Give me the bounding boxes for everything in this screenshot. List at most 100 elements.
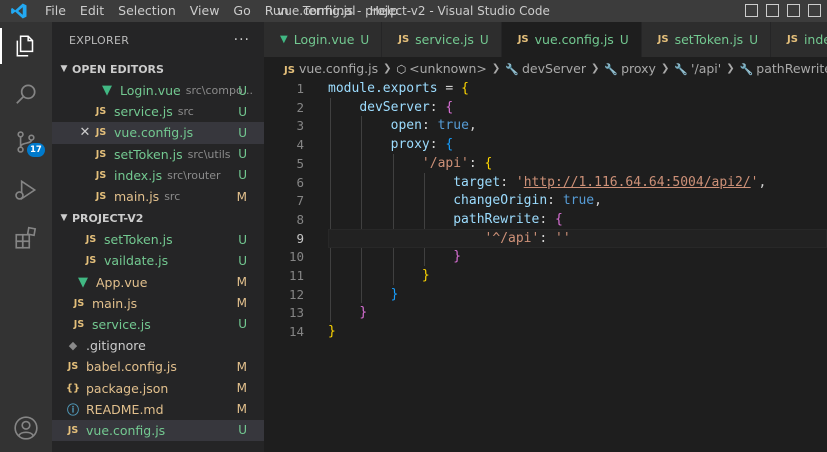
code-text: } (453, 249, 462, 265)
code-line[interactable]: 6 target: 'http://1.116.64.64:5004/api2/… (264, 173, 827, 192)
code-line[interactable]: 8 pathRewrite: { (264, 210, 827, 229)
tab-inde[interactable]: JS inde (771, 22, 827, 57)
code-line[interactable]: 12 } (264, 285, 827, 304)
git-file-icon: ◆ (68, 339, 78, 353)
search-icon[interactable] (0, 70, 52, 118)
vue-file-icon: ▼ (280, 34, 288, 45)
tab-login-vue[interactable]: ▼ Login.vue U (264, 22, 383, 57)
line-number: 1 (296, 81, 304, 96)
file-tree-item[interactable]: JS service.js U (52, 314, 264, 335)
file-name: main.js (92, 295, 138, 311)
file-name: service.js (92, 316, 151, 332)
code-text: '/api': { (421, 155, 493, 171)
toggle-secondary-sidebar-icon[interactable] (787, 4, 800, 17)
code-line[interactable]: 10 } (264, 247, 827, 266)
menu-item-file[interactable]: File (38, 0, 73, 22)
extensions-icon[interactable] (0, 214, 52, 262)
code-text: devServer: { (359, 99, 454, 115)
customize-layout-icon[interactable] (808, 4, 821, 17)
json-file-icon: {} (65, 382, 81, 394)
breadcrumb-item[interactable]: 🔧 pathRewrite (740, 61, 827, 76)
code-editor[interactable]: 1 module.exports = {2 devServer: {3 open:… (264, 79, 827, 452)
line-number: 3 (296, 118, 304, 134)
symbol-property-icon: 🔧 (604, 62, 619, 76)
code-line[interactable]: 5 '/api': { (264, 154, 827, 173)
tab-label: inde (803, 32, 827, 47)
git-status-badge: U (238, 253, 247, 268)
open-editor-item[interactable]: JS index.js src\router U (52, 165, 264, 186)
code-line[interactable]: 4 proxy: { (264, 135, 827, 154)
git-status-badge: M (236, 296, 247, 311)
file-tree-item[interactable]: JS vue.config.js U (52, 419, 264, 441)
more-actions-icon[interactable]: ··· (234, 32, 250, 48)
tab-settoken-js[interactable]: JS setToken.js U (641, 22, 771, 57)
code-line[interactable]: 2 devServer: { (264, 98, 827, 117)
code-line[interactable]: 9 '^/api': '' (264, 228, 827, 248)
file-tree-item[interactable]: {} package.json M (52, 377, 264, 398)
breadcrumb-item[interactable]: 🔧 '/api' (674, 61, 721, 76)
close-icon[interactable]: ✕ (79, 125, 91, 140)
source-control-icon[interactable]: 17 (0, 118, 52, 166)
open-editor-item[interactable]: ▼ Login.vue src\compo... U (52, 80, 264, 101)
tab-vue-config-js[interactable]: JS vue.config.js U (501, 22, 642, 57)
line-number: 14 (288, 324, 304, 340)
file-tree-item[interactable]: JS vaildate.js U (52, 250, 264, 271)
code-text: pathRewrite: { (453, 211, 563, 227)
menu-item-edit[interactable]: Edit (73, 0, 111, 22)
js-file-icon: JS (787, 34, 798, 45)
open-editor-item[interactable]: JS service.js src U (52, 101, 264, 122)
menu-item-help[interactable]: Help (363, 0, 406, 22)
explorer-icon[interactable] (0, 22, 52, 70)
code-line[interactable]: 11 } (264, 266, 827, 285)
file-tree-item[interactable]: ◆ .gitignore (52, 335, 264, 356)
code-line[interactable]: 1 module.exports = { (264, 79, 827, 98)
menu-item-terminal[interactable]: Terminal (296, 0, 363, 22)
file-tree-item[interactable]: JS setToken.js U (52, 229, 264, 250)
menu-item-go[interactable]: Go (226, 0, 257, 22)
git-status-badge: M (236, 359, 247, 374)
code-text: proxy: { (390, 137, 454, 153)
open-editor-item[interactable]: JS main.js src M (52, 186, 264, 207)
js-file-icon: JS (657, 34, 669, 45)
code-line[interactable]: 7 changeOrigin: true, (264, 191, 827, 210)
breadcrumb-item[interactable]: ⬡ <unknown> (397, 61, 487, 76)
tab-service-js[interactable]: JS service.js U (382, 22, 502, 57)
tab-status: U (619, 32, 629, 47)
toggle-sidebar-icon[interactable] (745, 4, 758, 17)
js-file-icon: JS (95, 169, 107, 181)
file-name: Login.vue (120, 83, 181, 99)
js-file-icon: JS (95, 127, 107, 139)
git-status-badge: M (236, 189, 247, 204)
file-tree-item[interactable]: JS babel.config.js M (52, 356, 264, 377)
symbol-module-icon: ⬡ (396, 62, 407, 76)
open-editor-item[interactable]: ✕ JS vue.config.js U (52, 122, 264, 144)
file-tree-item[interactable]: ▼ App.vue M (52, 272, 264, 293)
toggle-panel-icon[interactable] (766, 4, 779, 17)
tab-label: Login.vue (293, 32, 355, 47)
breadcrumb-item[interactable]: 🔧 devServer (505, 61, 586, 76)
line-number: 6 (296, 174, 304, 190)
menu-item-view[interactable]: View (183, 0, 227, 22)
project-file-list: JS setToken.js U JS vaildate.js U ▼ App.vue M JS m… (52, 229, 264, 441)
code-line[interactable]: 14} (264, 322, 827, 341)
file-tree-item[interactable]: ⓘ README.md M (52, 399, 264, 420)
breadcrumb-item[interactable]: JS vue.config.js (284, 61, 378, 76)
account-icon[interactable] (0, 404, 52, 452)
menu-item-run[interactable]: Run (258, 0, 296, 22)
file-path: src (177, 105, 194, 119)
menu-item-selection[interactable]: Selection (111, 0, 183, 22)
js-file-icon: JS (95, 148, 107, 160)
open-editor-item[interactable]: JS setToken.js src\utils U (52, 144, 264, 165)
breadcrumb-item[interactable]: 🔧 proxy (604, 61, 656, 76)
layout-controls (745, 4, 821, 17)
run-debug-icon[interactable] (0, 166, 52, 214)
project-section[interactable]: ▼ PROJECT-V2 (52, 207, 264, 229)
js-file-icon: JS (85, 234, 97, 246)
line-number: 10 (288, 249, 304, 265)
open-editors-section[interactable]: ▼ OPEN EDITORS (52, 58, 264, 80)
file-tree-item[interactable]: JS main.js M (52, 293, 264, 314)
code-text: '^/api': '' (484, 230, 571, 246)
code-line[interactable]: 13 } (264, 303, 827, 322)
breadcrumb: JS vue.config.js ❯ ⬡ <unknown> ❯ 🔧 devServer ❯ 🔧 p… (264, 57, 827, 79)
code-line[interactable]: 3 open: true, (264, 116, 827, 135)
